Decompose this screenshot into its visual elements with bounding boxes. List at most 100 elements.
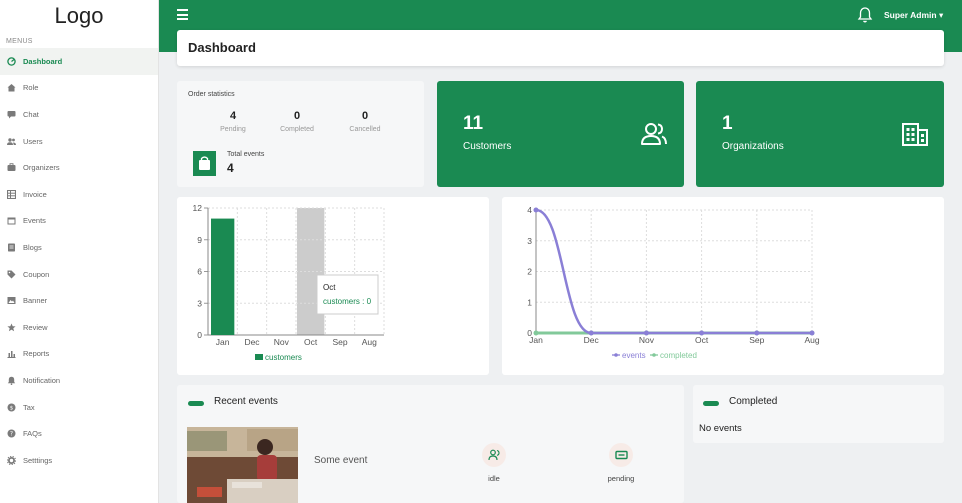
customers-count: 11	[463, 113, 484, 134]
invoice-icon	[7, 189, 16, 199]
sidebar: Logo MENUS Dashboard Role Chat Users Organiz…	[0, 0, 159, 503]
stat-value: 4	[229, 110, 237, 122]
customers-label: Customers	[463, 141, 512, 152]
sidebar-item-label: FAQs	[23, 429, 42, 439]
sidebar-item-label: Users	[23, 136, 43, 146]
data-point[interactable]	[533, 207, 539, 213]
sidebar-item-review[interactable]: Review	[0, 314, 158, 341]
data-point[interactable]	[588, 330, 594, 336]
sidebar-item-reports[interactable]: Reports	[0, 341, 158, 368]
customers-bar-chart: 036912Jan Dec Nov Oct Sep AugcustomersOctcust…	[193, 203, 385, 362]
recent-events-title: Recent events	[214, 396, 278, 407]
stat-pending: 4 Pending	[203, 110, 263, 133]
stat-label: Cancelled	[349, 126, 381, 133]
x-tick-label: Aug	[804, 335, 819, 345]
sidebar-item-label: Tax	[23, 402, 35, 412]
user-menu[interactable]: Super Admin ▾	[884, 10, 943, 21]
organizations-card[interactable]: 1 Organizations	[696, 81, 944, 187]
tooltip-value: customers : 0	[323, 297, 372, 306]
sidebar-item-faqs[interactable]: ? FAQs	[0, 420, 158, 447]
sidebar-item-label: Setttings	[23, 455, 53, 465]
events-line-chart: 01234Jan Dec Nov Oct Sep Augevents completed	[527, 205, 820, 360]
sidebar-item-organizers[interactable]: Organizers	[0, 154, 158, 181]
page-title-card: Dashboard	[177, 30, 944, 66]
sidebar-item-blogs[interactable]: Blogs	[0, 234, 158, 261]
question-icon: ?	[7, 429, 16, 438]
sidebar-nav: Dashboard Role Chat Users Organizers Invoice E…	[0, 48, 158, 474]
sidebar-item-label: Banner	[23, 296, 48, 306]
x-tick-label: Sep	[749, 335, 764, 345]
reports-icon	[7, 349, 16, 359]
organizations-label: Organizations	[722, 141, 784, 152]
completed-title: Completed	[729, 396, 778, 407]
sidebar-item-setttings[interactable]: Setttings	[0, 447, 158, 474]
sidebar-item-events[interactable]: Events	[0, 208, 158, 235]
y-tick-label: 9	[197, 235, 202, 245]
sidebar-item-banner[interactable]: Banner	[0, 287, 158, 314]
stat-value: 0	[293, 110, 301, 122]
sidebar-item-dashboard[interactable]: Dashboard	[0, 48, 158, 75]
customers-card[interactable]: 11 Customers	[437, 81, 684, 187]
sidebar-item-coupon[interactable]: Coupon	[0, 261, 158, 288]
y-tick-label: 6	[197, 267, 202, 277]
customers-bar-chart-card: 0 3 6 9 12 Jan Dec Nov Oct Sep Aug customers Oct cust…	[177, 197, 489, 375]
legend-marker	[614, 353, 618, 357]
bell-icon[interactable]	[857, 6, 873, 24]
blogs-icon	[7, 243, 16, 252]
legend-label[interactable]: events	[622, 351, 646, 360]
sidebar-item-chat[interactable]: Chat	[0, 101, 158, 128]
bar[interactable]	[211, 218, 235, 335]
order-statistics-title: Order statistics	[188, 91, 235, 98]
sidebar-item-label: Chat	[23, 109, 39, 119]
sidebar-item-label: Role	[23, 83, 39, 93]
shopping-bag-icon	[193, 151, 216, 176]
data-point[interactable]	[809, 330, 815, 336]
data-point[interactable]	[533, 330, 539, 336]
events-icon	[7, 216, 16, 225]
event-status-pending: pending	[607, 474, 635, 483]
tooltip-box	[316, 274, 379, 315]
total-events-value: 4	[227, 161, 234, 175]
section-marker	[188, 401, 204, 406]
completed-card: Completed No events	[693, 385, 944, 443]
chat-icon	[7, 110, 16, 119]
stat-value: 0	[361, 110, 369, 122]
total-events-label: Total events	[227, 151, 265, 158]
star-icon	[7, 323, 16, 332]
gear-icon	[7, 455, 16, 465]
event-image[interactable]	[187, 427, 298, 503]
organizations-count: 1	[722, 113, 733, 134]
section-marker	[703, 401, 719, 406]
sidebar-item-users[interactable]: Users	[0, 128, 158, 155]
y-tick-label: 2	[527, 267, 532, 277]
recent-events-card: Recent events Some event idle pending	[177, 385, 684, 503]
sidebar-item-notification[interactable]: Notification	[0, 367, 158, 394]
sidebar-item-invoice[interactable]: Invoice	[0, 181, 158, 208]
event-name[interactable]: Some event	[314, 455, 367, 466]
x-tick-label: Oct	[695, 335, 709, 345]
hamburger-menu-icon[interactable]	[177, 9, 188, 20]
data-point[interactable]	[699, 330, 705, 336]
y-tick-label: 1	[527, 297, 532, 307]
x-tick-label: Jan	[529, 335, 543, 345]
page-title: Dashboard	[188, 40, 256, 55]
sidebar-item-label: Notification	[23, 375, 61, 385]
y-tick-label: 3	[527, 236, 532, 246]
sidebar-item-label: Invoice	[23, 189, 47, 199]
sidebar-item-tax[interactable]: $ Tax	[0, 394, 158, 421]
logo[interactable]: Logo	[0, 0, 158, 34]
home-icon	[7, 83, 16, 92]
sidebar-item-role[interactable]: Role	[0, 75, 158, 102]
sidebar-item-label: Organizers	[23, 163, 60, 173]
x-tick-label: Aug	[362, 337, 377, 347]
sidebar-item-label: Dashboard	[23, 56, 63, 66]
x-tick-label: Sep	[332, 337, 347, 347]
stat-cancelled: 0 Cancelled	[335, 110, 395, 133]
data-point[interactable]	[643, 330, 649, 336]
data-point[interactable]	[754, 330, 760, 336]
legend-label[interactable]: customers	[265, 353, 302, 362]
dashboard-icon	[7, 57, 16, 66]
event-status-idle: idle	[488, 474, 500, 483]
legend-label[interactable]: completed	[660, 351, 697, 360]
sidebar-item-label: Review	[23, 322, 48, 332]
